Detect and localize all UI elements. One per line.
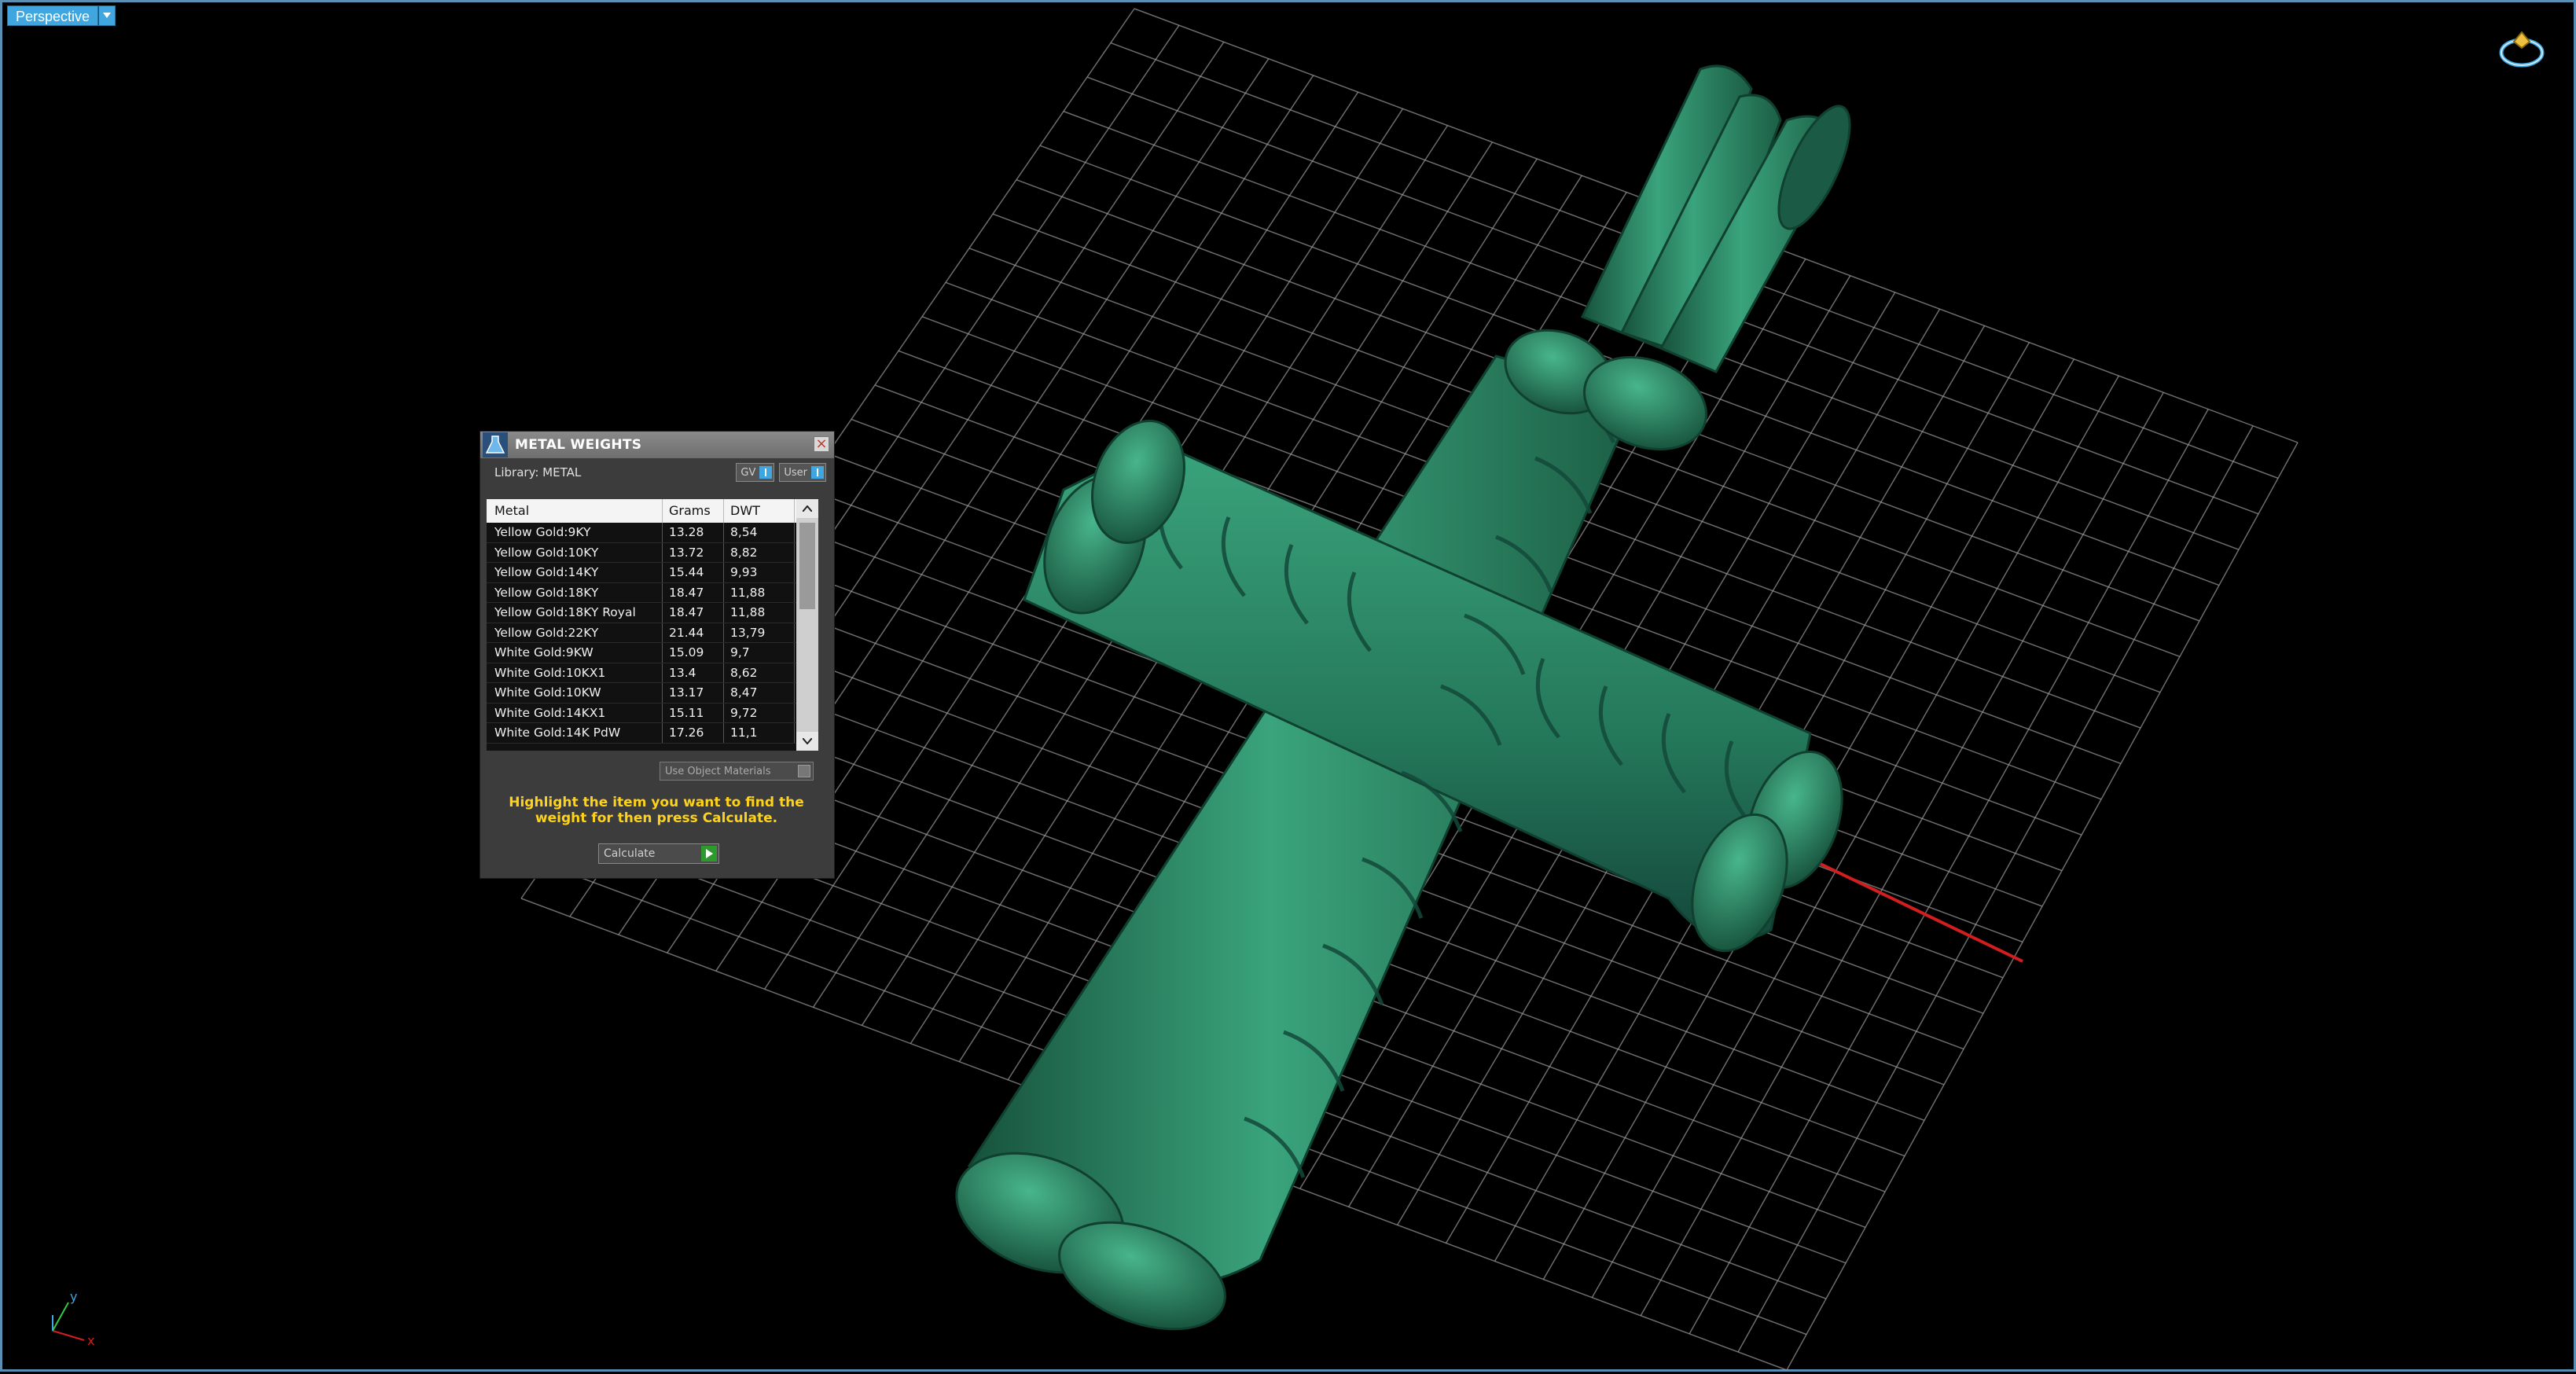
- cell-grams: 21.44: [663, 623, 724, 642]
- gv-toggle-label: GV: [740, 466, 756, 479]
- table-row[interactable]: Yellow Gold:9KY 13.28 8,54: [487, 523, 818, 543]
- table-header: Metal Grams DWT: [487, 499, 818, 523]
- table-scrollbar[interactable]: [796, 499, 818, 751]
- cell-dwt: 8,62: [724, 663, 795, 682]
- column-header-metal[interactable]: Metal: [487, 499, 663, 523]
- scroll-thumb[interactable]: [799, 523, 815, 609]
- scroll-down-button[interactable]: [796, 732, 818, 751]
- table-row[interactable]: Yellow Gold:14KY 15.44 9,93: [487, 563, 818, 583]
- cell-grams: 15.09: [663, 643, 724, 663]
- cell-dwt: 9,93: [724, 563, 795, 582]
- cell-metal: Yellow Gold:10KY: [487, 542, 663, 562]
- table-row[interactable]: Yellow Gold:18KY Royal 18.47 11,88: [487, 603, 818, 623]
- 3d-scene[interactable]: [2, 2, 2576, 1374]
- play-icon: [701, 846, 717, 862]
- ring-icon[interactable]: [2497, 24, 2547, 75]
- chevron-up-icon: [803, 505, 812, 512]
- x-axis-line: [1802, 854, 2023, 963]
- cell-dwt: 11,88: [724, 603, 795, 623]
- axis-gizmo: x y: [52, 1289, 94, 1346]
- cell-dwt: 8,54: [724, 523, 795, 542]
- cell-grams: 15.11: [663, 703, 724, 722]
- user-checkbox[interactable]: [811, 466, 824, 479]
- viewport-tab[interactable]: Perspective: [7, 6, 116, 26]
- metal-table[interactable]: Metal Grams DWT Yellow Gold:9KY 13.28 8,54…: [487, 499, 818, 751]
- cell-dwt: 8,47: [724, 683, 795, 703]
- cell-metal: Yellow Gold:18KY Royal: [487, 603, 663, 623]
- cell-metal: Yellow Gold:18KY: [487, 582, 663, 602]
- table-row[interactable]: White Gold:9KW 15.09 9,7: [487, 643, 818, 663]
- cell-metal: White Gold:14KX1: [487, 703, 663, 722]
- scroll-up-button[interactable]: [796, 499, 818, 518]
- cell-metal: Yellow Gold:9KY: [487, 523, 663, 542]
- panel-titlebar[interactable]: METAL WEIGHTS ×: [480, 432, 834, 458]
- cell-metal: White Gold:10KX1: [487, 663, 663, 682]
- column-header-grams[interactable]: Grams: [663, 499, 724, 523]
- close-button[interactable]: ×: [814, 436, 829, 452]
- use-object-materials-label: Use Object Materials: [665, 765, 771, 777]
- library-label: Library: METAL: [494, 465, 582, 479]
- close-icon: ×: [815, 435, 828, 452]
- cell-grams: 15.44: [663, 563, 724, 582]
- cell-dwt: 11,1: [724, 723, 795, 743]
- hint-text: Highlight the item you want to find the …: [509, 795, 804, 826]
- table-row[interactable]: White Gold:14KX1 15.11 9,72: [487, 703, 818, 723]
- user-toggle-label: User: [784, 466, 807, 479]
- table-body: Yellow Gold:9KY 13.28 8,54 Yellow Gold:10KY…: [487, 523, 818, 744]
- cell-grams: 18.47: [663, 603, 724, 623]
- cell-grams: 13.17: [663, 683, 724, 703]
- cell-grams: 18.47: [663, 582, 724, 602]
- cross-pendant-model[interactable]: [940, 64, 1864, 1350]
- cell-dwt: 11,88: [724, 582, 795, 602]
- table-row[interactable]: Yellow Gold:10KY 13.72 8,82: [487, 542, 818, 563]
- table-row[interactable]: White Gold:10KW 13.17 8,47: [487, 683, 818, 704]
- cell-dwt: 9,7: [724, 643, 795, 663]
- table-row[interactable]: White Gold:14K PdW 17.26 11,1: [487, 723, 818, 744]
- gv-checkbox[interactable]: [759, 466, 773, 479]
- perspective-viewport[interactable]: Perspective x y METAL WEIGHTS × Library:…: [0, 0, 2576, 1372]
- cell-dwt: 13,79: [724, 623, 795, 642]
- chevron-down-icon: [103, 13, 112, 18]
- calculate-button[interactable]: Calculate: [598, 843, 719, 864]
- cell-grams: 13.72: [663, 542, 724, 562]
- cell-grams: 13.28: [663, 523, 724, 542]
- panel-title: METAL WEIGHTS: [515, 437, 642, 453]
- viewport-dropdown-button[interactable]: [98, 6, 116, 26]
- cell-grams: 17.26: [663, 723, 724, 743]
- cell-metal: Yellow Gold:22KY: [487, 623, 663, 642]
- metal-weights-panel[interactable]: METAL WEIGHTS × Library: METAL GV User M…: [480, 431, 835, 879]
- cell-metal: White Gold:9KW: [487, 643, 663, 663]
- flask-icon: [483, 432, 508, 457]
- cell-metal: Yellow Gold:14KY: [487, 563, 663, 582]
- gizmo-x-label: x: [87, 1333, 94, 1346]
- table-row[interactable]: White Gold:10KX1 13.4 8,62: [487, 663, 818, 683]
- cell-metal: White Gold:14K PdW: [487, 723, 663, 743]
- chevron-down-icon: [803, 738, 812, 744]
- gv-toggle[interactable]: GV: [736, 463, 775, 482]
- cell-metal: White Gold:10KW: [487, 683, 663, 703]
- column-header-dwt[interactable]: DWT: [724, 499, 795, 523]
- table-row[interactable]: Yellow Gold:22KY 21.44 13,79: [487, 623, 818, 643]
- calculate-label: Calculate: [604, 847, 656, 860]
- table-row[interactable]: Yellow Gold:18KY 18.47 11,88: [487, 582, 818, 603]
- use-object-materials-toggle[interactable]: Use Object Materials: [660, 762, 814, 781]
- cell-grams: 13.4: [663, 663, 724, 682]
- viewport-label[interactable]: Perspective: [7, 6, 99, 26]
- cell-dwt: 8,82: [724, 542, 795, 562]
- library-bar: Library: METAL GV User: [480, 458, 834, 487]
- user-toggle[interactable]: User: [779, 463, 826, 482]
- gizmo-y-label: y: [70, 1289, 77, 1304]
- cell-dwt: 9,72: [724, 703, 795, 722]
- use-object-materials-checkbox[interactable]: [798, 765, 810, 777]
